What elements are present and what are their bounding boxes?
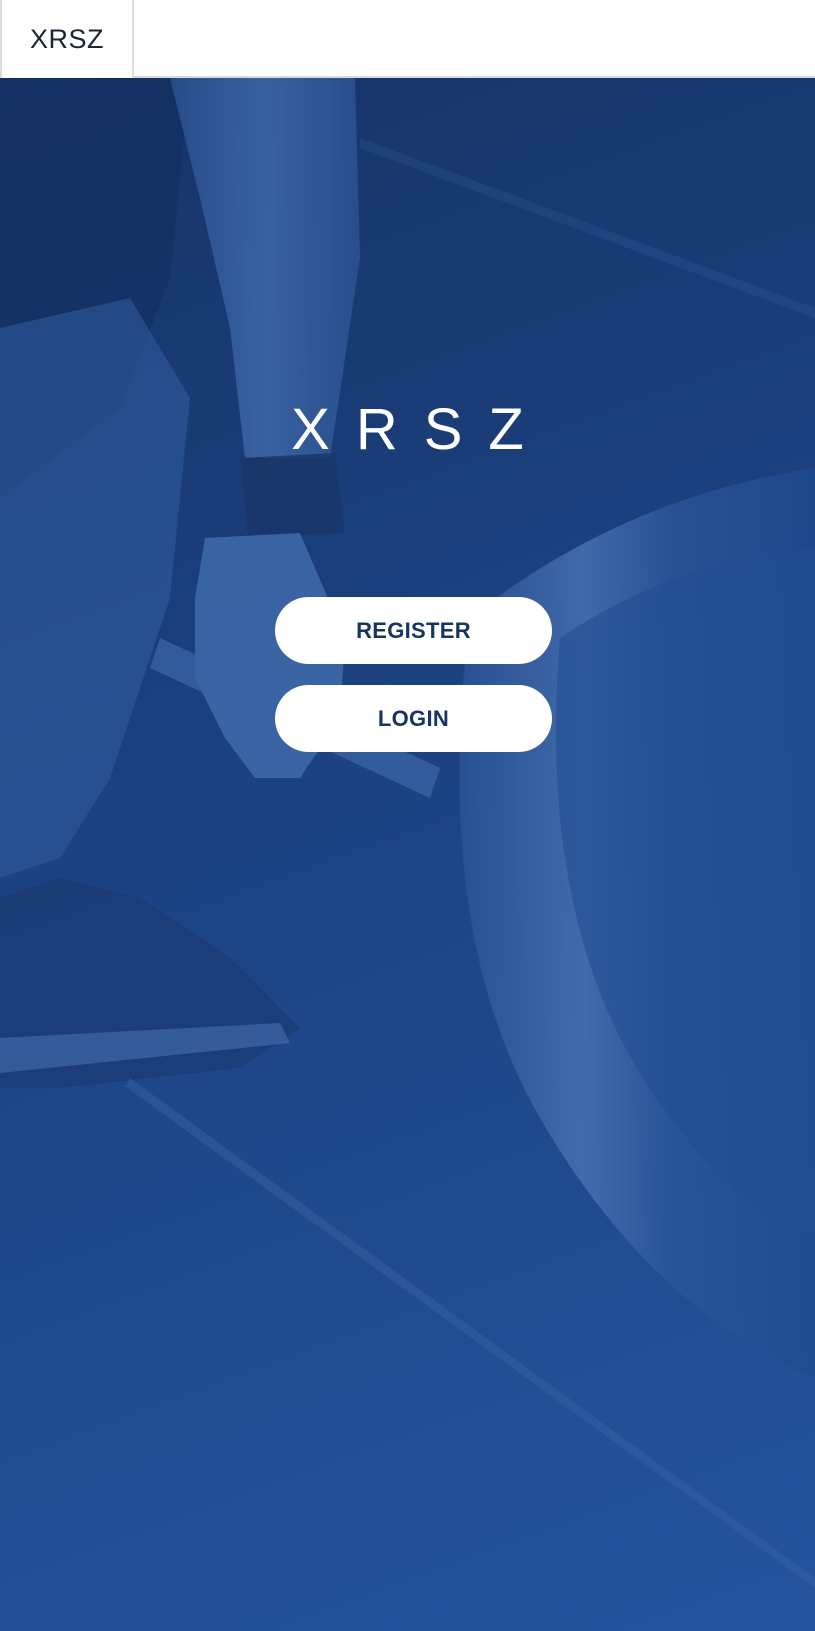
login-button[interactable]: LOGIN [275, 685, 552, 752]
hero-background-image [0, 78, 815, 1588]
app-logo-text: XRSZ [291, 397, 550, 462]
register-button[interactable]: REGISTER [275, 597, 552, 664]
hero-section: XRSZ REGISTER LOGIN [0, 78, 815, 1631]
top-nav-bar: XRSZ [0, 0, 815, 78]
app-page: XRSZ XRSZ REGISTER LOGIN [0, 0, 815, 1631]
brand-home-link[interactable]: XRSZ [0, 0, 134, 78]
